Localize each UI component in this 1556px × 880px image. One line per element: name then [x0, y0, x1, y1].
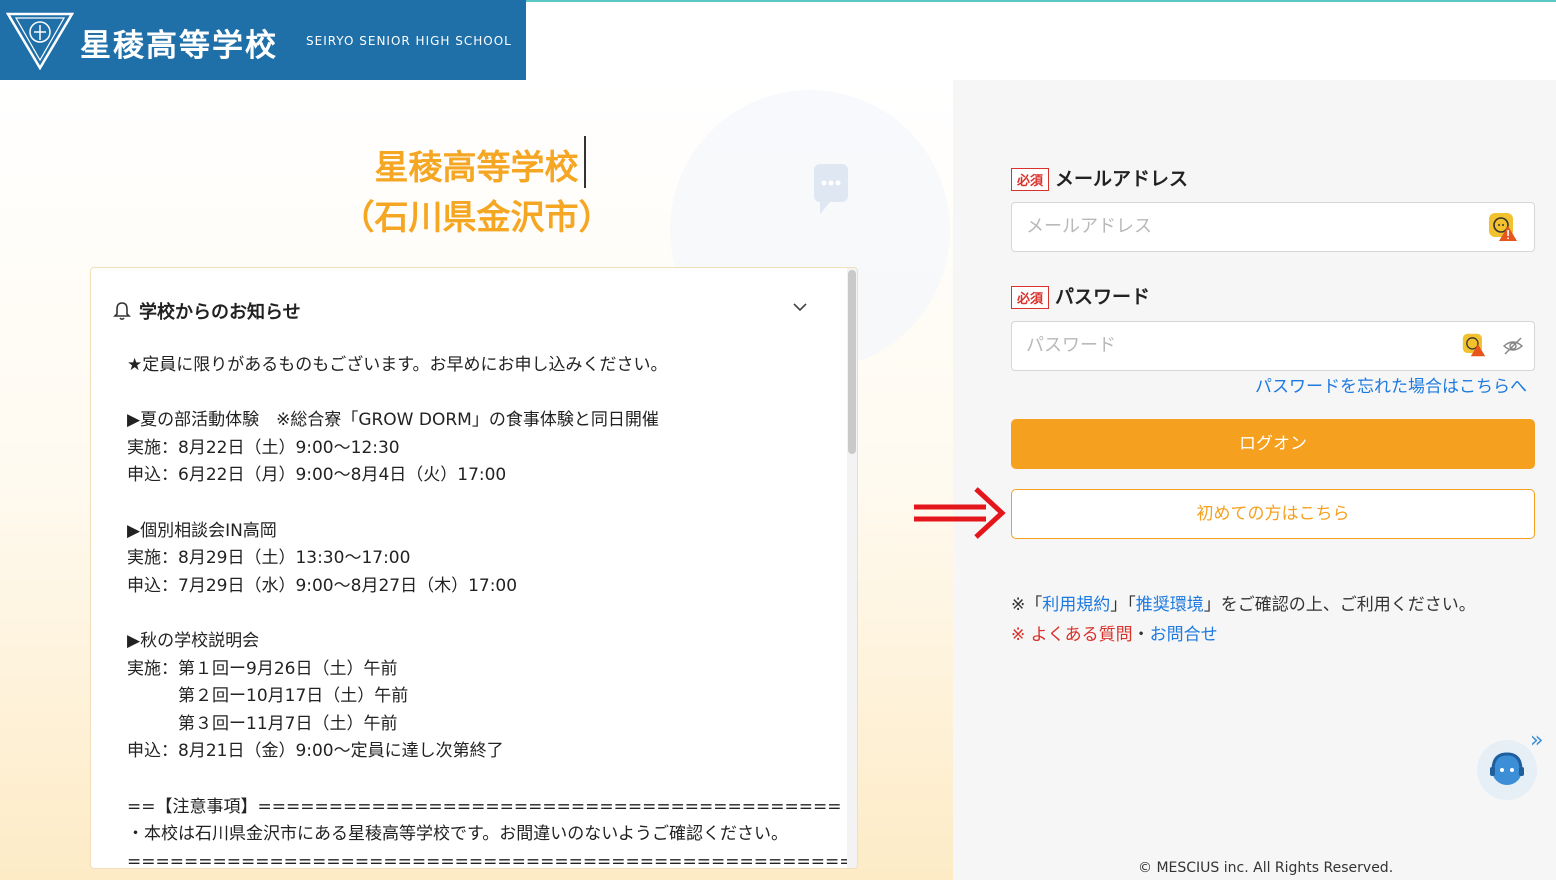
- terms-suffix: 」をご確認の上、ご利用ください。: [1203, 595, 1476, 615]
- password-field-box[interactable]: [1011, 321, 1535, 371]
- notice-header[interactable]: 学校からのお知らせ: [113, 298, 301, 324]
- eye-off-icon[interactable]: [1502, 336, 1524, 356]
- page-title: 星稜高等学校: [374, 148, 579, 188]
- chevron-down-icon[interactable]: [793, 302, 807, 312]
- first-time-button[interactable]: 初めての方はこちら: [1011, 489, 1535, 539]
- school-name-english: SEIRYO SENIOR HIGH SCHOOL: [306, 34, 512, 48]
- password-field[interactable]: [1024, 334, 1468, 357]
- password-label-row: 必須 パスワード: [1011, 282, 1150, 309]
- email-field-box[interactable]: [1011, 202, 1535, 252]
- terms-prefix: ※「: [1011, 595, 1043, 615]
- headset-icon: [1490, 752, 1524, 785]
- support-chat-button[interactable]: [1477, 740, 1537, 800]
- password-manager-warning-icon[interactable]: [1462, 333, 1486, 357]
- link-separator: ・: [1132, 625, 1150, 645]
- environment-link[interactable]: 推奨環境: [1136, 595, 1204, 615]
- bell-icon: [113, 302, 131, 321]
- page-subtitle: （石川県金沢市）: [340, 198, 613, 238]
- terms-mid: 」「: [1110, 595, 1136, 615]
- contact-link[interactable]: お問合せ: [1150, 625, 1218, 645]
- email-label: メールアドレス: [1055, 168, 1189, 190]
- login-panel: 必須メールアドレス 必須パスワード パスワードを忘れた場合はこちらへ ログオン …: [953, 80, 1556, 880]
- login-button[interactable]: ログオン: [1011, 419, 1535, 469]
- terms-link[interactable]: 利用規約: [1042, 595, 1110, 615]
- required-badge: 必須: [1011, 286, 1050, 309]
- required-badge: 必須: [1011, 168, 1050, 191]
- forgot-password-link[interactable]: パスワードを忘れた場合はこちらへ: [1255, 372, 1527, 397]
- faq-link[interactable]: よくある質問: [1031, 625, 1133, 645]
- text-caret: [584, 136, 586, 188]
- notice-text: ★定員に限りがあるものもございます。お早めにお申し込みください。 ▶夏の部活動体…: [127, 355, 858, 869]
- notice-panel[interactable]: 学校からのお知らせ ★定員に限りがあるものもございます。お早めにお申し込みくださ…: [90, 267, 858, 869]
- scrollbar-thumb[interactable]: [848, 270, 856, 454]
- password-label: パスワード: [1055, 286, 1151, 308]
- notice-scrollbar[interactable]: [847, 268, 857, 868]
- school-name: 星稜高等学校: [80, 28, 278, 64]
- left-panel: 星稜高等学校 （石川県金沢市） 学校からのお知らせ ★定員に限りがあるものもござ…: [0, 80, 953, 880]
- password-manager-warning-icon[interactable]: [1488, 212, 1518, 242]
- notice-heading: 学校からのお知らせ: [139, 302, 301, 323]
- help-links: ※ よくある質問・お問合せ: [1011, 620, 1218, 645]
- email-field[interactable]: [1024, 215, 1468, 238]
- double-arrow-right-icon: [914, 487, 1006, 539]
- email-label-row: 必須 メールアドレス: [1011, 164, 1188, 191]
- terms-notice: ※「利用規約」「推奨環境」をご確認の上、ご利用ください。: [1011, 590, 1476, 615]
- school-header: 星稜高等学校 SEIRYO SENIOR HIGH SCHOOL: [0, 0, 526, 80]
- faq-prefix: ※: [1011, 625, 1031, 645]
- school-emblem-icon: [6, 12, 74, 70]
- copyright: © MESCIUS inc. All Rights Reserved.: [1138, 860, 1394, 876]
